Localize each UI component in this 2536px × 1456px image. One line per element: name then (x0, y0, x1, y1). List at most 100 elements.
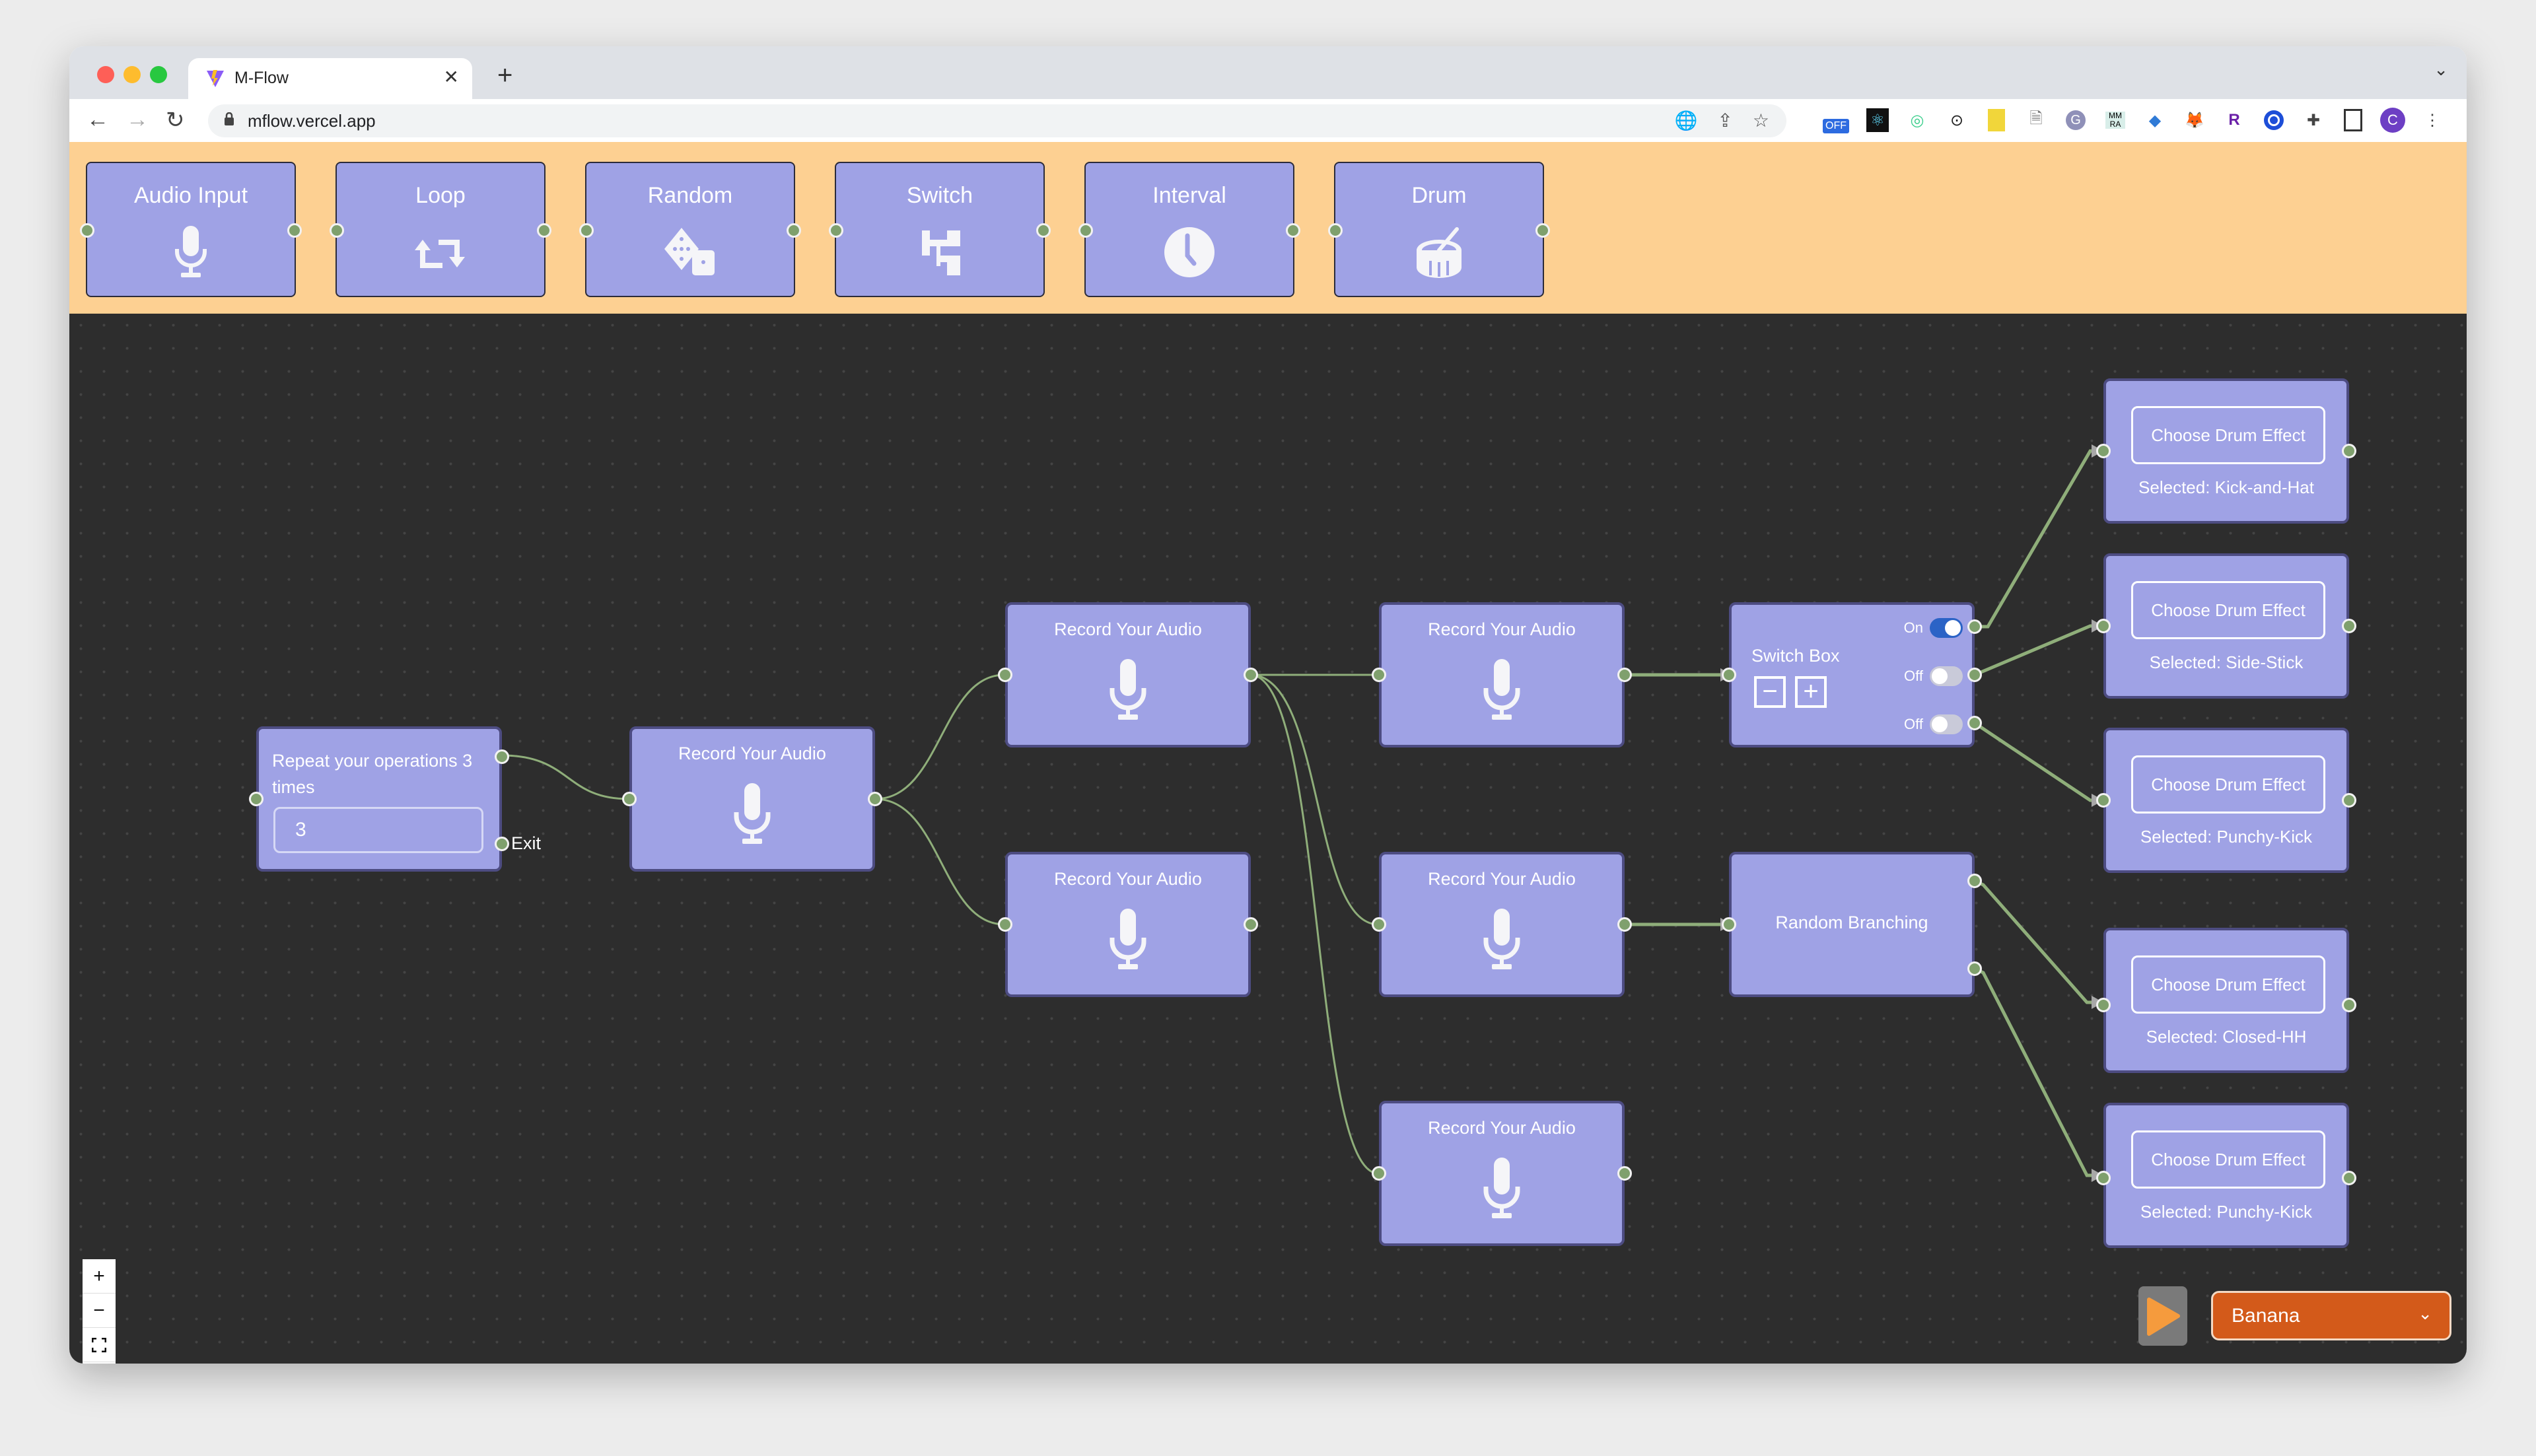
record-audio-node[interactable]: Record Your Audio (998, 602, 1258, 747)
document-extension-icon[interactable]: 🗎 (2023, 106, 2049, 135)
palette-node-audio-input[interactable]: Audio Input (80, 162, 302, 297)
url-input[interactable]: mflow.vercel.app 🌐 ⇪ ☆ (208, 104, 1786, 137)
switch-handle-out-2[interactable] (1967, 668, 1982, 682)
drum-handle-out[interactable] (2342, 1171, 2356, 1185)
record-handle-in[interactable] (1372, 917, 1386, 932)
zoom-out-button[interactable]: − (83, 1294, 116, 1328)
palette-node-loop[interactable]: Loop (330, 162, 551, 297)
palette-handle-left[interactable] (80, 223, 94, 238)
drum-handle-in[interactable] (2096, 1171, 2111, 1185)
browser-menu-icon[interactable]: ⋮ (2419, 106, 2446, 135)
record-audio-node[interactable]: Record Your Audio (1372, 852, 1632, 997)
record-handle-out[interactable] (1617, 668, 1632, 682)
close-tab-icon[interactable]: ✕ (444, 66, 459, 88)
circle-extension-icon[interactable]: ◎ (1904, 106, 1930, 135)
palette-handle-right[interactable] (1036, 223, 1051, 238)
drum-handle-in[interactable] (2096, 444, 2111, 458)
bookmark-star-icon[interactable]: ☆ (1753, 110, 1769, 131)
record-handle-in[interactable] (622, 792, 637, 806)
palette-handle-left[interactable] (1328, 223, 1343, 238)
record-handle-out[interactable] (1617, 1166, 1632, 1181)
drum-handle-out[interactable] (2342, 444, 2356, 458)
palette-handle-right[interactable] (287, 223, 302, 238)
loop-handle-exit[interactable] (495, 837, 509, 851)
profile-avatar[interactable]: C (2379, 106, 2406, 135)
g-extension-icon[interactable]: G (2062, 106, 2089, 135)
yellow-extension-icon[interactable] (1983, 106, 2010, 135)
choose-drum-effect-button[interactable]: Choose Drum Effect (2131, 581, 2325, 639)
drum-node[interactable]: Choose Drum Effect Selected: Punchy-Kick (2096, 728, 2356, 873)
branch-toggle-on[interactable] (1930, 618, 1963, 638)
record-handle-out[interactable] (1617, 917, 1632, 932)
tab-mflow[interactable]: M-Flow ✕ (188, 58, 472, 99)
palette-handle-right[interactable] (1535, 223, 1550, 238)
drum-node[interactable]: Choose Drum Effect Selected: Punchy-Kick (2096, 1103, 2356, 1248)
metamask-icon[interactable]: 🦊 (2181, 106, 2208, 135)
palette-handle-left[interactable] (330, 223, 344, 238)
random-handle-in[interactable] (1722, 917, 1736, 932)
add-branch-button[interactable]: + (1795, 676, 1827, 708)
lock-toggle-button[interactable] (83, 1362, 116, 1364)
palette-node-drum[interactable]: Drum (1328, 162, 1550, 297)
record-handle-in[interactable] (998, 917, 1012, 932)
back-button[interactable]: ← (87, 107, 109, 133)
blue-drop-extension-icon[interactable]: ◆ (2142, 106, 2168, 135)
close-window-button[interactable] (97, 66, 114, 83)
react-devtools-icon[interactable]: ⚛ (1864, 106, 1891, 135)
maximize-window-button[interactable] (150, 66, 167, 83)
extensions-puzzle-icon[interactable]: ✚ (2300, 106, 2327, 135)
branch-toggle-off[interactable] (1930, 714, 1963, 734)
record-handle-out[interactable] (868, 792, 882, 806)
drum-handle-out[interactable] (2342, 998, 2356, 1012)
r-extension-icon[interactable]: R (2221, 106, 2247, 135)
loop-handle-out[interactable] (495, 749, 509, 764)
preset-select[interactable]: Banana ⌄ (2211, 1291, 2451, 1340)
record-handle-out[interactable] (1244, 668, 1258, 682)
drum-handle-out[interactable] (2342, 619, 2356, 633)
drum-handle-in[interactable] (2096, 998, 2111, 1012)
choose-drum-effect-button[interactable]: Choose Drum Effect (2131, 955, 2325, 1014)
choose-drum-effect-button[interactable]: Choose Drum Effect (2131, 755, 2325, 814)
loop-node[interactable]: Repeat your operations 3 times Exit (249, 726, 541, 872)
target-extension-icon[interactable] (2261, 106, 2287, 135)
record-handle-in[interactable] (1372, 668, 1386, 682)
record-audio-node[interactable]: Record Your Audio (1372, 1101, 1632, 1246)
palette-node-random[interactable]: Random (579, 162, 801, 297)
record-handle-in[interactable] (998, 668, 1012, 682)
drum-handle-out[interactable] (2342, 793, 2356, 808)
palette-node-switch[interactable]: Switch (829, 162, 1051, 297)
sidebar-icon[interactable] (2340, 106, 2366, 135)
switch-handle-out-1[interactable] (1967, 619, 1982, 634)
fit-view-button[interactable] (83, 1328, 116, 1362)
record-handle-in[interactable] (1372, 1166, 1386, 1181)
minimize-window-button[interactable] (123, 66, 141, 83)
branch-toggle-off[interactable] (1930, 666, 1963, 686)
random-handle-out-1[interactable] (1967, 874, 1982, 888)
loop-handle-in[interactable] (249, 792, 264, 806)
translate-icon[interactable]: 🌐 (1675, 110, 1698, 131)
switch-handle-out-3[interactable] (1967, 716, 1982, 730)
remove-branch-button[interactable]: − (1754, 676, 1786, 708)
choose-drum-effect-button[interactable]: Choose Drum Effect (2131, 406, 2325, 464)
flow-canvas[interactable]: Repeat your operations 3 times Exit Reco… (69, 314, 2467, 1364)
palette-handle-right[interactable] (537, 223, 551, 238)
palette-handle-right[interactable] (1286, 223, 1300, 238)
off-badge-extension-icon[interactable]: OFF (1823, 106, 1849, 135)
mmra-extension-icon[interactable]: MM RA (2102, 106, 2129, 135)
reload-button[interactable]: ↻ (166, 107, 185, 133)
choose-drum-effect-button[interactable]: Choose Drum Effect (2131, 1130, 2325, 1189)
record-audio-node[interactable]: Record Your Audio (622, 726, 882, 872)
record-handle-out[interactable] (1244, 917, 1258, 932)
drum-handle-in[interactable] (2096, 793, 2111, 808)
share-icon[interactable]: ⇪ (1717, 110, 1732, 131)
tab-search-chevron-icon[interactable]: ⌄ (2434, 59, 2448, 80)
drum-handle-in[interactable] (2096, 619, 2111, 633)
drum-node[interactable]: Choose Drum Effect Selected: Closed-HH (2096, 928, 2356, 1073)
forward-button[interactable]: → (126, 107, 149, 133)
drum-node[interactable]: Choose Drum Effect Selected: Kick-and-Ha… (2096, 378, 2356, 524)
drum-node[interactable]: Choose Drum Effect Selected: Side-Stick (2096, 553, 2356, 699)
loop-count-input[interactable] (273, 807, 483, 853)
switch-handle-in[interactable] (1722, 668, 1736, 682)
play-button[interactable] (2138, 1286, 2187, 1346)
random-branching-node[interactable]: Random Branching (1722, 852, 1982, 997)
